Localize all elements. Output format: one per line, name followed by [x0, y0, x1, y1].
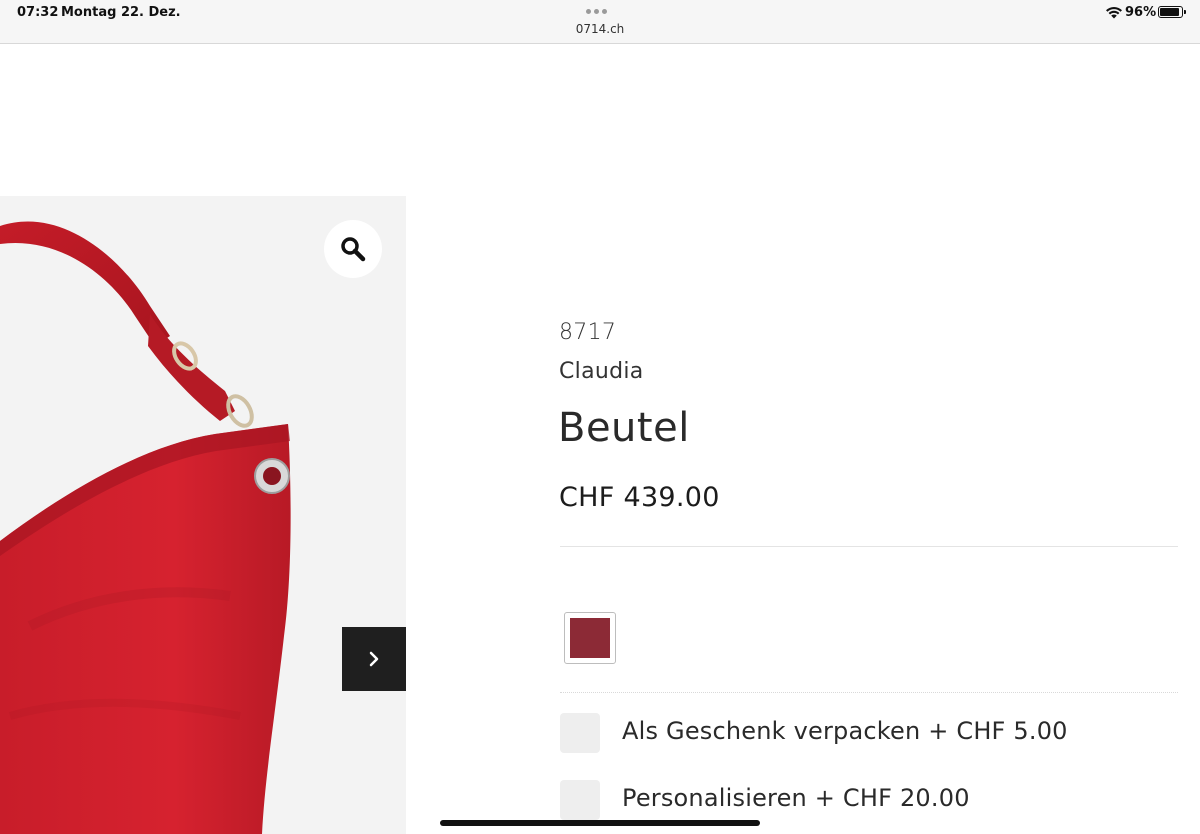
home-indicator[interactable] — [440, 820, 760, 826]
battery-icon — [1158, 6, 1186, 18]
gift-wrap-checkbox[interactable] — [560, 713, 600, 753]
gift-wrap-option[interactable]: Als Geschenk verpacken + CHF 5.00 — [560, 713, 1180, 753]
personalize-label[interactable]: Personalisieren + CHF 20.00 — [622, 784, 970, 812]
status-time: 07:32 — [17, 5, 59, 20]
color-swatch[interactable] — [564, 612, 616, 664]
product-title: Beutel — [558, 405, 690, 451]
next-image-button[interactable] — [342, 627, 406, 691]
product-gallery[interactable] — [0, 196, 406, 834]
status-date: Montag 22. Dez. — [61, 5, 181, 20]
battery-level — [1160, 8, 1179, 16]
color-swatch-fill — [570, 618, 610, 658]
status-bar: 07:32 Montag 22. Dez. 0714.ch 96% — [0, 0, 1200, 44]
personalize-checkbox[interactable] — [560, 780, 600, 820]
gift-wrap-label[interactable]: Als Geschenk verpacken + CHF 5.00 — [622, 717, 1068, 745]
personalize-option[interactable]: Personalisieren + CHF 20.00 — [560, 780, 1180, 820]
divider — [560, 692, 1178, 693]
multitasking-dots-icon[interactable] — [586, 9, 607, 14]
product-brand[interactable]: Claudia — [559, 359, 644, 384]
product-price: CHF 439.00 — [559, 482, 720, 513]
zoom-button[interactable] — [324, 220, 382, 278]
chevron-right-icon — [369, 651, 379, 667]
product-sku: 8717 — [559, 320, 617, 345]
wifi-icon — [1106, 6, 1122, 19]
battery-percent: 96% — [1125, 5, 1157, 20]
product-image — [0, 221, 291, 834]
divider — [560, 546, 1178, 547]
address-url[interactable]: 0714.ch — [0, 22, 1200, 36]
magnifier-icon — [341, 237, 366, 262]
